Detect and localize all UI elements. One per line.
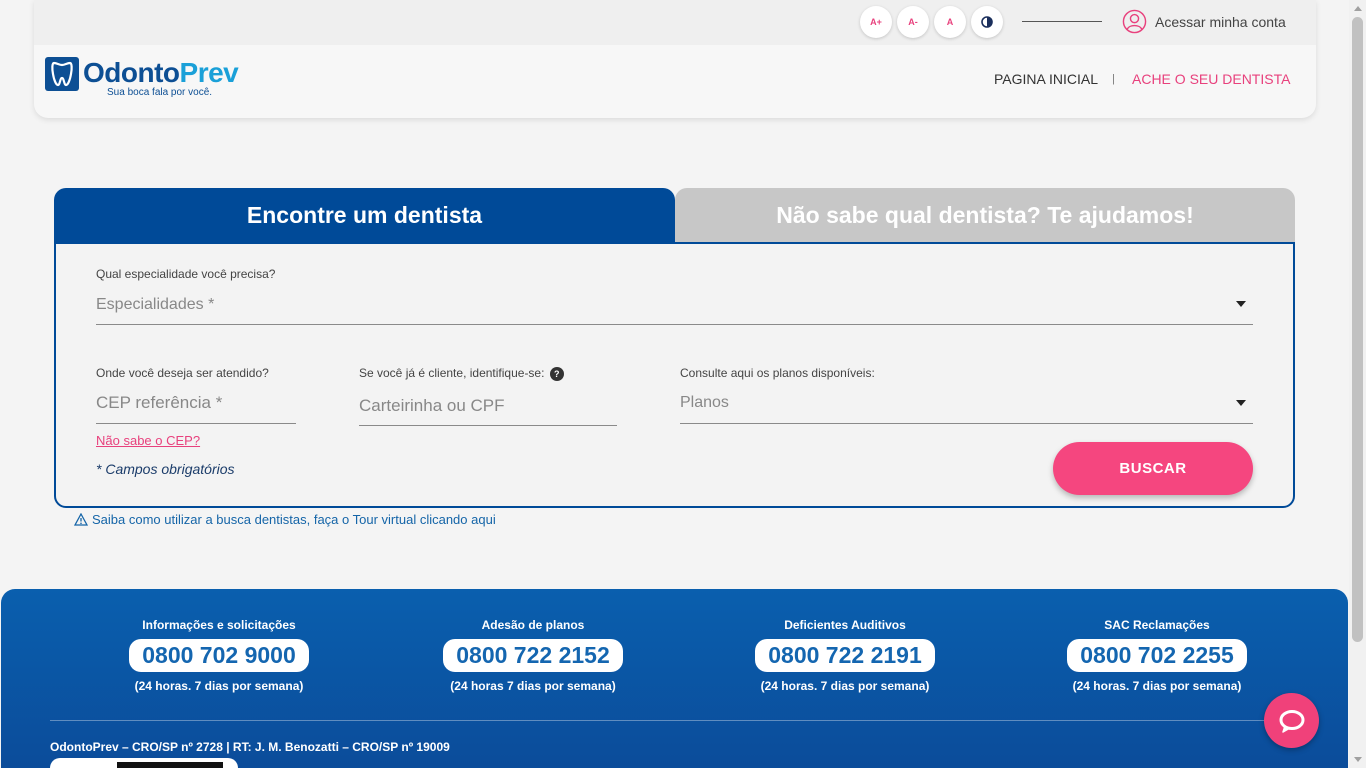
scroll-up-icon[interactable] [1354,6,1362,11]
specialty-placeholder: Especialidades * [96,296,215,313]
plans-label: Consulte aqui os planos disponíveis: [680,366,875,380]
contact-title: Deficientes Auditivos [784,618,906,632]
footer-divider [50,720,1265,721]
chat-button[interactable] [1264,693,1319,748]
card-or-cpf-input[interactable]: Carteirinha ou CPF [359,388,617,426]
phone-number[interactable]: 0800 702 9000 [129,639,309,672]
scroll-thumb[interactable] [1352,17,1363,642]
cep-input[interactable]: CEP referência * [96,388,296,424]
brand-logo[interactable]: OdontoPrev Sua boca fala por você. [45,57,239,98]
site-footer: Informações e solicitações 0800 702 9000… [1,589,1348,768]
nav-find-dentist[interactable]: ACHE O SEU DENTISTA [1132,71,1290,87]
font-reset-button[interactable]: A [934,6,966,38]
user-icon [1122,9,1147,34]
nav-separator: | [1112,73,1115,85]
phone-number[interactable]: 0800 722 2152 [443,639,623,672]
virtual-tour-text: Saiba como utilizar a busca dentistas, f… [92,512,496,527]
font-decrease-button[interactable]: A- [897,6,929,38]
contrast-icon [981,16,993,28]
chevron-down-icon [1236,301,1246,307]
search-form: Qual especialidade você precisa? Especia… [54,242,1295,508]
contact-hours: (24 horas. 7 dias por semana) [1072,679,1242,693]
contact-title: Adesão de planos [481,618,585,632]
contact-plans: Adesão de planos 0800 722 2152 (24 horas… [408,618,658,693]
virtual-tour-link[interactable]: Saiba como utilizar a busca dentistas, f… [74,512,496,527]
topbar-divider [1022,21,1102,22]
tooth-logo-icon [45,57,79,91]
account-link[interactable]: Acessar minha conta [1122,9,1286,34]
search-button[interactable]: BUSCAR [1053,442,1253,495]
font-increase-button[interactable]: A+ [860,6,892,38]
help-icon[interactable]: ? [549,366,564,381]
contact-hours: (24 horas. 7 dias por semana) [134,679,304,693]
accessibility-bar: A+ A- A Acessar minha conta [34,0,1316,45]
cep-help-link[interactable]: Não sabe o CEP? [96,433,200,448]
specialty-label: Qual especialidade você precisa? [96,267,276,281]
contrast-toggle-button[interactable] [971,6,1003,38]
page-scrollbar[interactable] [1349,0,1366,768]
contact-hours: (24 horas. 7 dias por semana) [760,679,930,693]
footer-seal [50,758,238,768]
chat-bubble-icon [1279,709,1304,733]
contact-title: SAC Reclamações [1104,618,1210,632]
contact-sac: SAC Reclamações 0800 702 2255 (24 horas.… [1032,618,1282,693]
plans-placeholder: Planos [680,394,729,411]
phone-number[interactable]: 0800 702 2255 [1067,639,1247,672]
tab-help-choose[interactable]: Não sabe qual dentista? Te ajudamos! [675,188,1295,243]
account-label: Acessar minha conta [1155,13,1286,30]
location-label: Onde você deseja ser atendido? [96,366,269,380]
footer-legal-text: OdontoPrev – CRO/SP nº 2728 | RT: J. M. … [50,740,450,754]
chevron-down-icon [1236,400,1246,406]
card-or-cpf-placeholder: Carteirinha ou CPF [359,396,505,415]
brand-name: OdontoPrev [83,57,239,88]
scroll-down-icon[interactable] [1354,757,1362,762]
site-header: A+ A- A Acessar minha conta OdontoPrev S… [34,0,1316,118]
nav-home[interactable]: PAGINA INICIAL [994,71,1098,87]
contact-hours: (24 horas 7 dias por semana) [450,679,616,693]
contact-info: Informações e solicitações 0800 702 9000… [94,618,344,693]
required-fields-note: * Campos obrigatórios [96,461,235,477]
tab-find-dentist[interactable]: Encontre um dentista [54,188,675,243]
warning-icon [74,513,88,526]
phone-number[interactable]: 0800 722 2191 [755,639,935,672]
contact-hearing-impaired: Deficientes Auditivos 0800 722 2191 (24 … [720,618,970,693]
contact-title: Informações e solicitações [142,618,296,632]
plans-select[interactable]: Planos [680,388,1253,424]
cep-placeholder: CEP referência * [96,393,223,412]
specialty-select[interactable]: Especialidades * [96,289,1253,325]
client-label: Se você já é cliente, identifique-se: ? [359,366,564,381]
